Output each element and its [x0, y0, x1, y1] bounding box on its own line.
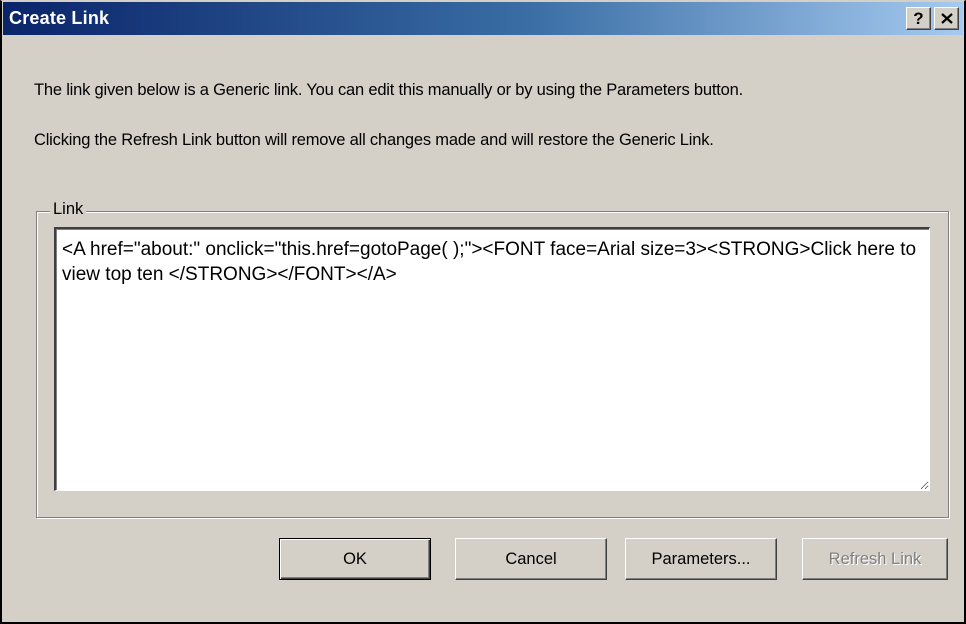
close-button[interactable]: [934, 7, 959, 30]
link-group-label: Link: [50, 200, 87, 219]
dialog-title: Create Link: [9, 8, 110, 28]
info-message-generic-link: The link given below is a Generic link. …: [34, 81, 743, 99]
close-icon: [940, 10, 953, 27]
parameters-button[interactable]: Parameters...: [625, 538, 777, 580]
refresh-link-button: Refresh Link: [802, 538, 948, 580]
cancel-button[interactable]: Cancel: [455, 538, 607, 580]
info-message-refresh: Clicking the Refresh Link button will re…: [34, 131, 714, 149]
create-link-dialog: Create Link ? The link given below is a …: [0, 0, 966, 624]
help-icon: ?: [913, 9, 924, 28]
link-textarea[interactable]: <A href="about:" onclick="this.href=goto…: [54, 227, 930, 491]
help-button[interactable]: ?: [906, 7, 931, 30]
title-buttons: ?: [906, 7, 959, 30]
title-bar[interactable]: Create Link ?: [3, 2, 963, 35]
ok-button[interactable]: OK: [279, 538, 431, 580]
